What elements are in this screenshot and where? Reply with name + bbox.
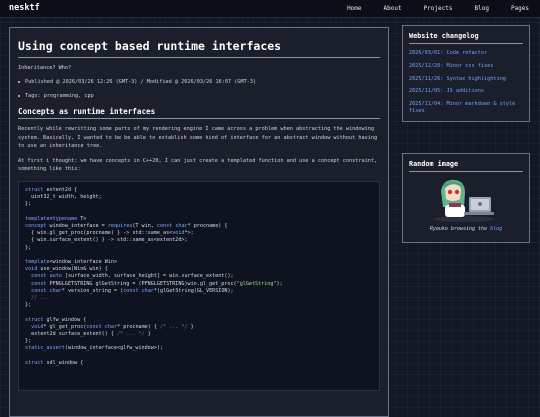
code-line: struct extent2d { (25, 186, 78, 193)
code-line: void* gl_get_proc(const char* procname) … (31, 323, 194, 330)
post-dates: Published @ 2026/03/26 12:26 (GMT-3) / M… (18, 79, 380, 85)
random-image (409, 177, 523, 223)
changelog-item[interactable]: 2026/03/01: Code refactor (409, 50, 523, 57)
code-line: const PFNGLGETSTRING glGetString = (PFNG… (31, 280, 283, 287)
code-line: concept window_interface = requires(T wi… (25, 222, 228, 229)
changelog-list: 2026/03/01: Code refactor 2025/12/20: Mi… (409, 50, 523, 115)
nav-link-about[interactable]: About (384, 5, 402, 12)
post-title: Using concept based runtime interfaces (18, 39, 380, 58)
section-heading: Concepts as runtime interfaces (18, 107, 380, 119)
random-image-title: Random image (409, 160, 523, 172)
code-line: extent2d surface_extent() { /* ... */ } (25, 331, 151, 338)
code-line: const auto [surface_width, surface_heigh… (31, 273, 234, 280)
code-line: template<typename T> (25, 215, 87, 222)
nav-link-projects[interactable]: Projects (424, 5, 453, 12)
post-subtitle: Inheritance? Who? (18, 65, 72, 71)
changelog-panel: Website changelog 2026/03/01: Code refac… (402, 25, 530, 122)
code-line: struct sdl_window { (25, 359, 84, 366)
random-image-caption: Ryouko browsing the blog (409, 226, 523, 232)
changelog-title: Website changelog (409, 32, 523, 44)
changelog-item[interactable]: 2025/11/04: Minor markdown & style fixes (409, 101, 523, 115)
code-line: const char* version_string = (const char… (31, 287, 234, 294)
code-line: uint32_t width, height; (25, 194, 102, 201)
top-navbar: nesktf Home About Projects Blog Pages (0, 0, 540, 18)
nav-link-home[interactable]: Home (347, 5, 361, 12)
post-panel: Using concept based runtime interfaces I… (9, 27, 389, 417)
code-line: { win.surface_extent() } -> std::same_as… (25, 237, 188, 244)
code-line: template<window_interface Win> (25, 259, 118, 265)
nav-link-pages[interactable]: Pages (511, 5, 529, 12)
post-tags: Tags: programming, cpp (18, 93, 380, 99)
nav-link-blog[interactable]: Blog (474, 5, 488, 12)
code-line: }; (25, 244, 32, 251)
changelog-item[interactable]: 2025/12/20: Minor css fixes (409, 63, 523, 70)
random-image-panel: Random image Ryouko browsing the blog (402, 153, 530, 243)
code-line: }; (25, 302, 32, 309)
changelog-item[interactable]: 2025/11/26: Syntax highlighting (409, 76, 523, 83)
code-line: { win.gl_get_proc(procname) } -> std::sa… (25, 230, 194, 237)
nav-links: Home About Projects Blog Pages (325, 5, 529, 12)
code-line: void use_window(Win& win) { (25, 266, 108, 273)
changelog-item[interactable]: 2025/11/05: JS additions (409, 88, 523, 95)
code-block[interactable]: struct extent2d { uint32_t width, height… (18, 180, 380, 391)
site-brand[interactable]: nesktf (9, 3, 40, 13)
post-paragraph-1: Recently while rewritting some parts of … (18, 126, 378, 150)
code-line: }; (25, 338, 32, 345)
code-line: // ... (31, 295, 50, 302)
code-line: }; (25, 201, 32, 208)
code-line: static_assert(window_interface<glfw_wind… (25, 345, 164, 352)
caption-blog-link[interactable]: blog (490, 226, 502, 232)
code-line: struct glfw_window { (25, 316, 87, 323)
caption-text: Ryouko browsing the (429, 226, 488, 232)
ryouko-illustration (434, 179, 494, 222)
post-paragraph-2: At first i thought: we have concepts in … (18, 157, 378, 173)
